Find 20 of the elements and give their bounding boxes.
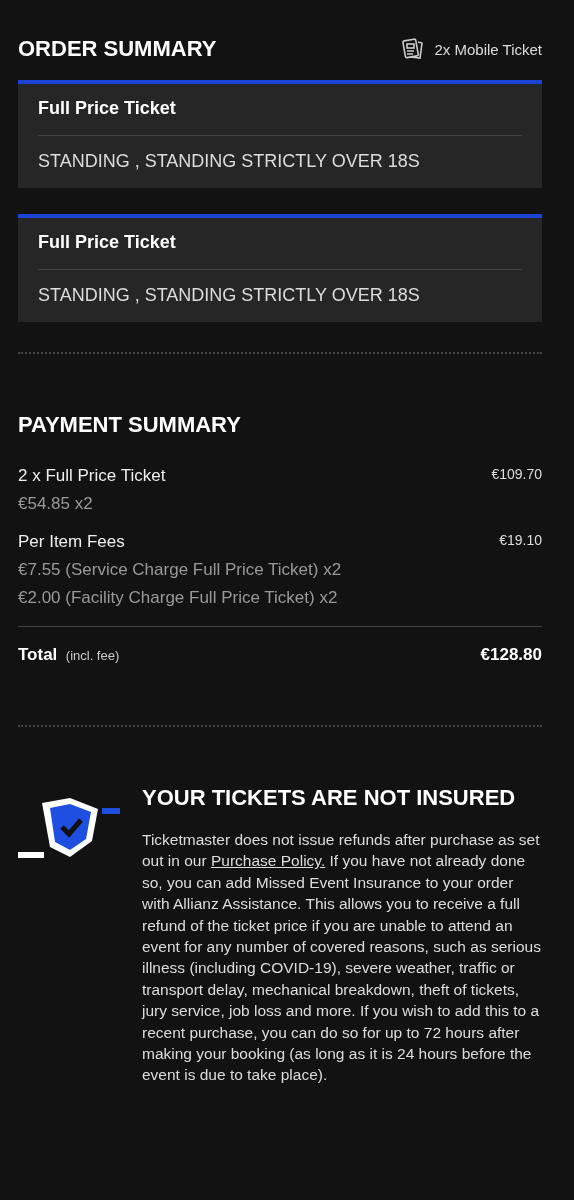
- section-title: PAYMENT SUMMARY: [18, 412, 242, 438]
- section-title: ORDER SUMMARY: [18, 36, 217, 62]
- total-amount: €128.80: [480, 645, 542, 665]
- line-item-amount: €109.70: [491, 466, 542, 484]
- purchase-policy-link[interactable]: Purchase Policy.: [210, 852, 326, 870]
- insurance-text: Ticketmaster does not issue refunds after purchase as set out in our Purchase Policy. If you have not already done so, you can add Missed Event Insurance to your order with Allianz Assistance. This allows you to receive a full refund of the ticket price if you are unable to attend an event for any number of covered reasons, such as serious illness (including COVID-19), severe weather, traffic or transport delay, mechanical breakdown, theft of tickets, jury service, job loss and more. If you wish to add this to a recent purchase, you can do so for up to 72 hours after making your booking (as long as it is 24 hours before the event is due to take place).: [142, 830, 542, 1086]
- ticket-name: Full Price Ticket: [38, 232, 522, 270]
- line-item-label: 2 x Full Price Ticket: [18, 466, 166, 486]
- ticket-section: STANDING , STANDING STRICTLY OVER 18S: [38, 270, 522, 306]
- line-item-amount: €19.10: [499, 532, 542, 550]
- line-item-detail: €7.55 (Service Charge Full Price Ticket) x2: [18, 560, 343, 580]
- total-label: Total: [18, 645, 58, 664]
- insurance-title: YOUR TICKETS ARE NOT INSURED: [142, 785, 517, 811]
- ticket-name: Full Price Ticket: [38, 98, 522, 136]
- delivery-label: 2x Mobile Ticket: [434, 40, 542, 58]
- line-item-detail: €54.85 x2: [18, 494, 94, 514]
- total-note: (incl. fee): [65, 648, 120, 663]
- line-item-detail: €2.00 (Facility Charge Full Price Ticket) x2: [18, 588, 339, 608]
- ticket-section: STANDING , STANDING STRICTLY OVER 18S: [38, 136, 522, 172]
- line-item-label: Per Item Fees: [18, 532, 125, 552]
